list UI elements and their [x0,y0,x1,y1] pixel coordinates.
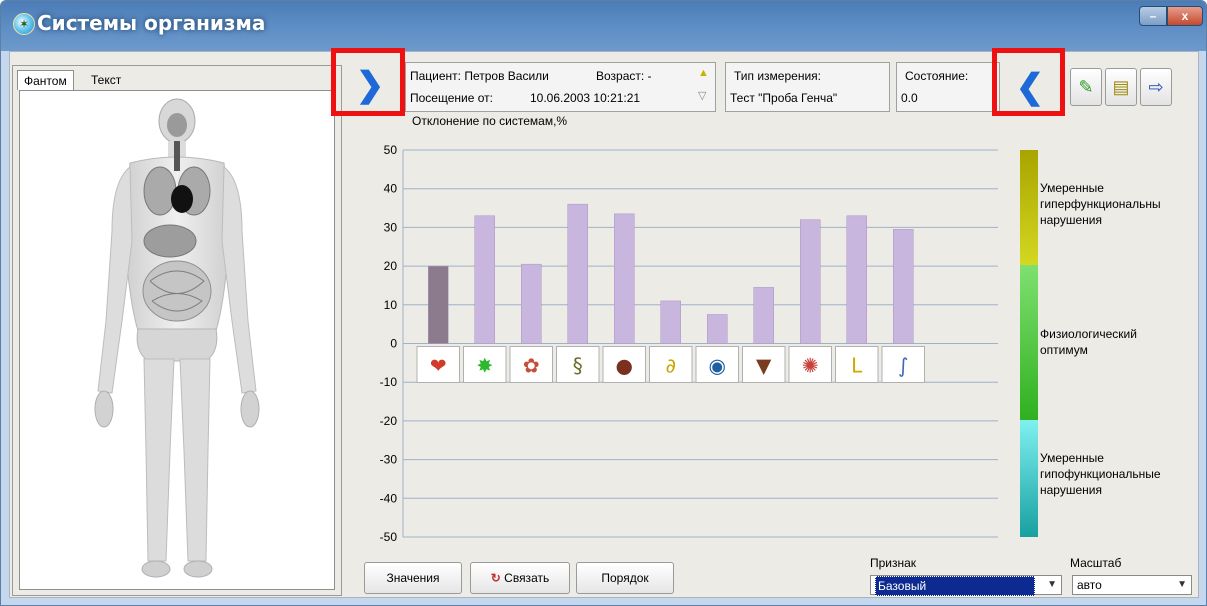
minimize-button[interactable]: – [1139,6,1167,26]
heart-icon: ❤ [430,354,447,378]
note-button[interactable]: ▤ [1105,68,1137,106]
patient-age: Возраст: - [596,69,652,83]
values-button[interactable]: Значения [364,562,462,594]
bar-eye [707,314,728,344]
y-tick-label: 50 [384,143,398,157]
bar-intestine [567,203,588,344]
sign-label: Признак [870,556,917,570]
body-phantom-view[interactable] [19,90,335,590]
scale-label: Масштаб [1070,556,1122,570]
link-icon: ↻ [490,571,501,585]
bar-nervous [474,215,495,344]
legend-middle-band [1020,265,1038,420]
legend-lower-band [1020,420,1038,537]
chart-svg: 50 40 30 20 10 0 -10 -20 -30 -40 -50 ❤ ✸ ✿ § ● ∂ ◉ ▼ ✺ L ∫ [380,143,1038,544]
tab-text[interactable]: Текст [85,70,127,90]
highlight-frame-left [331,48,405,116]
measurement-panel: Тип измерения: Тест "Проба Генча" [725,62,890,112]
y-tick-label: -20 [380,414,398,428]
human-body-figure [94,98,260,578]
scroll-up-icon[interactable]: ▲ [698,67,709,79]
visit-datetime: 10.06.2003 10:21:21 [530,91,641,105]
scroll-down-icon[interactable]: ▽ [698,89,706,102]
y-tick-label: -30 [380,453,398,467]
title-bar: ✶ Системы организма – x [1,1,1206,51]
chevron-down-icon: ▼ [1047,579,1057,590]
edit-button[interactable]: ✎ [1070,68,1102,106]
y-tick-label: 20 [384,259,398,273]
highlight-frame-right [992,48,1065,116]
bar-brain [800,219,821,344]
visit-label: Посещение от: [410,91,493,105]
sign-select[interactable]: Базовый ▼ [870,575,1062,596]
bar-urogenital [753,287,774,344]
exit-button[interactable]: ⇨ [1140,68,1172,106]
tab-phantom[interactable]: Фантом [17,70,74,90]
spine-icon: ∫ [898,354,908,378]
bar-kidney [614,213,635,344]
sign-value: Базовый [875,576,1035,596]
patient-name: Пациент: Петров Васили [410,69,549,83]
y-tick-label: 30 [384,220,398,234]
legend-lower-label: Умеренные гипофункциональные нарушения [1040,451,1161,497]
chart-title: Отклонение по системам,% [412,114,568,128]
link-button[interactable]: ↻ Связать [470,562,570,594]
legend-upper-label: Умеренные гиперфункциональны нарушения [1040,181,1161,227]
kidney-icon: ● [616,354,633,378]
exit-icon: ⇨ [1148,77,1164,97]
legend-upper-band [1020,150,1038,265]
eye-icon: ◉ [709,354,726,378]
bar-ear [660,300,681,344]
y-tick-label: -10 [380,375,398,389]
brain-icon: ✺ [802,354,819,378]
urogenital-icon: ▼ [756,354,772,378]
y-tick-label: -40 [380,491,398,505]
note-icon: ▤ [1112,77,1130,97]
y-tick-label: 40 [384,182,398,196]
y-tick-label: -50 [380,530,398,544]
state-value: 0.0 [901,91,918,105]
intestine-icon: § [573,354,583,378]
bar-joints [846,215,867,344]
bar-heart [428,265,449,344]
chevron-down-icon: ▼ [1177,579,1187,590]
edit-icon: ✎ [1078,77,1094,97]
lungs-icon: ✿ [523,354,540,378]
ear-icon: ∂ [666,354,676,378]
scale-value: авто [1077,578,1102,592]
measurement-label: Тип измерения: [734,69,821,83]
scale-select[interactable]: авто ▼ [1072,575,1192,595]
state-panel: Состояние: 0.0 [896,62,1000,112]
window-title: Системы организма [37,11,266,35]
phantom-panel: Фантом Текст [12,65,342,596]
legend-middle-label: Физиологический оптимум [1040,327,1137,357]
app-logo-icon: ✶ [13,13,35,35]
bar-lungs [521,263,542,344]
close-button[interactable]: x [1167,6,1203,26]
y-tick-label: 10 [384,298,398,312]
order-button[interactable]: Порядок [576,562,674,594]
nervous-icon: ✸ [476,354,493,378]
y-tick-label: 0 [390,337,397,351]
patient-info-panel: Пациент: Петров Васили Возраст: - Посеще… [405,62,716,112]
deviation-chart: 50 40 30 20 10 0 -10 -20 -30 -40 -50 ❤ ✸ ✿ § ● ∂ ◉ ▼ ✺ L ∫ [348,130,1048,550]
bar-spine [893,229,914,344]
joints-icon: L [851,354,863,378]
measurement-value: Тест "Проба Генча" [730,91,838,105]
link-button-label: Связать [504,571,550,585]
state-label: Состояние: [905,69,969,83]
